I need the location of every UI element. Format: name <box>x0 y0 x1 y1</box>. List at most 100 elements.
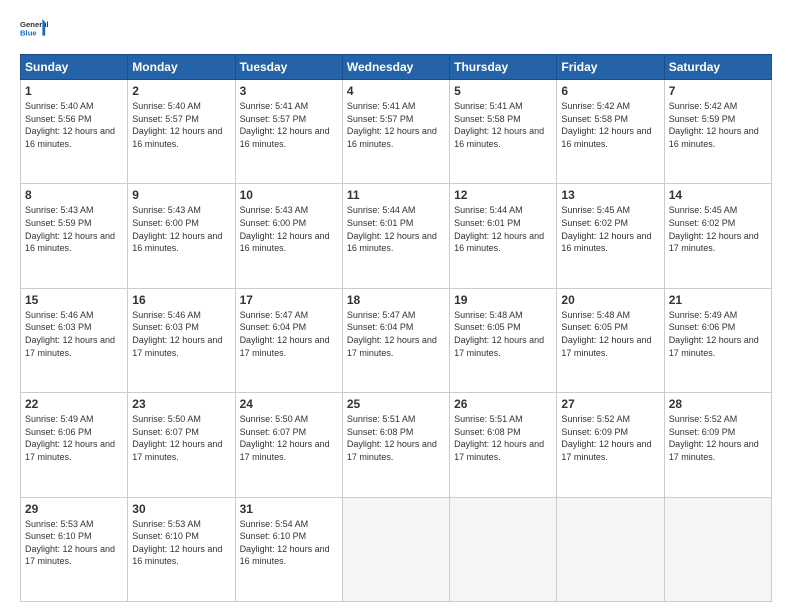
calendar-cell: 23 Sunrise: 5:50 AMSunset: 6:07 PMDayligh… <box>128 393 235 497</box>
day-number: 16 <box>132 293 230 307</box>
day-info: Sunrise: 5:47 AMSunset: 6:04 PMDaylight:… <box>240 309 338 359</box>
day-info: Sunrise: 5:42 AMSunset: 5:59 PMDaylight:… <box>669 100 767 150</box>
day-info: Sunrise: 5:40 AMSunset: 5:56 PMDaylight:… <box>25 100 123 150</box>
day-number: 10 <box>240 188 338 202</box>
day-of-week-header: Friday <box>557 55 664 80</box>
calendar-cell: 30Sunrise: 5:53 AMSunset: 6:10 PMDayligh… <box>128 497 235 601</box>
day-number: 23 <box>132 397 230 411</box>
day-info: Sunrise: 5:46 AMSunset: 6:03 PMDaylight:… <box>132 309 230 359</box>
day-number: 31 <box>240 502 338 516</box>
day-number: 21 <box>669 293 767 307</box>
day-number: 25 <box>347 397 445 411</box>
calendar-cell: 31 Sunrise: 5:54 AMSunset: 6:10 PMDayligh… <box>235 497 342 601</box>
calendar-cell: 19 Sunrise: 5:48 AMSunset: 6:05 PMDayligh… <box>450 288 557 392</box>
calendar-cell: 28 Sunrise: 5:52 AMSunset: 6:09 PMDayligh… <box>664 393 771 497</box>
day-info: Sunrise: 5:43 AMSunset: 6:00 PMDaylight:… <box>240 204 338 254</box>
day-number: 27 <box>561 397 659 411</box>
day-number: 6 <box>561 84 659 98</box>
day-info: Sunrise: 5:46 AMSunset: 6:03 PMDaylight:… <box>25 309 123 359</box>
day-number: 5 <box>454 84 552 98</box>
day-info: Sunrise: 5:45 AMSunset: 6:02 PMDaylight:… <box>669 204 767 254</box>
calendar-cell <box>342 497 449 601</box>
calendar-cell: 29 Sunrise: 5:53 AMSunset: 6:10 PMDayligh… <box>21 497 128 601</box>
calendar-cell: 16 Sunrise: 5:46 AMSunset: 6:03 PMDayligh… <box>128 288 235 392</box>
day-info: Sunrise: 5:49 AMSunset: 6:06 PMDaylight:… <box>669 309 767 359</box>
day-number: 18 <box>347 293 445 307</box>
header: General Blue <box>20 16 772 44</box>
calendar-cell: 2 Sunrise: 5:40 AMSunset: 5:57 PMDaylight… <box>128 80 235 184</box>
calendar-cell: 27 Sunrise: 5:52 AMSunset: 6:09 PMDayligh… <box>557 393 664 497</box>
day-of-week-header: Thursday <box>450 55 557 80</box>
day-info: Sunrise: 5:47 AMSunset: 6:04 PMDaylight:… <box>347 309 445 359</box>
day-info: Sunrise: 5:41 AMSunset: 5:58 PMDaylight:… <box>454 100 552 150</box>
day-number: 20 <box>561 293 659 307</box>
day-info: Sunrise: 5:43 AMSunset: 5:59 PMDaylight:… <box>25 204 123 254</box>
generalblue-logo-icon: General Blue <box>20 16 48 44</box>
calendar-cell: 18 Sunrise: 5:47 AMSunset: 6:04 PMDayligh… <box>342 288 449 392</box>
calendar-cell <box>450 497 557 601</box>
day-number: 12 <box>454 188 552 202</box>
calendar-cell: 20 Sunrise: 5:48 AMSunset: 6:05 PMDayligh… <box>557 288 664 392</box>
svg-text:Blue: Blue <box>20 29 37 38</box>
day-number: 8 <box>25 188 123 202</box>
day-number: 13 <box>561 188 659 202</box>
day-number: 28 <box>669 397 767 411</box>
day-of-week-header: Saturday <box>664 55 771 80</box>
calendar-cell: 3Sunrise: 5:41 AMSunset: 5:57 PMDaylight… <box>235 80 342 184</box>
calendar-cell: 25 Sunrise: 5:51 AMSunset: 6:08 PMDayligh… <box>342 393 449 497</box>
calendar-cell: 17 Sunrise: 5:47 AMSunset: 6:04 PMDayligh… <box>235 288 342 392</box>
calendar-cell: 5 Sunrise: 5:41 AMSunset: 5:58 PMDaylight… <box>450 80 557 184</box>
calendar-cell: 4Sunrise: 5:41 AMSunset: 5:57 PMDaylight… <box>342 80 449 184</box>
day-number: 19 <box>454 293 552 307</box>
day-info: Sunrise: 5:51 AMSunset: 6:08 PMDaylight:… <box>454 413 552 463</box>
page: General Blue SundayMondayTuesdayWednesda… <box>0 0 792 612</box>
day-of-week-header: Wednesday <box>342 55 449 80</box>
day-info: Sunrise: 5:53 AMSunset: 6:10 PMDaylight:… <box>25 518 123 568</box>
day-number: 9 <box>132 188 230 202</box>
calendar-cell: 14Sunrise: 5:45 AMSunset: 6:02 PMDayligh… <box>664 184 771 288</box>
day-of-week-header: Monday <box>128 55 235 80</box>
day-number: 29 <box>25 502 123 516</box>
day-info: Sunrise: 5:48 AMSunset: 6:05 PMDaylight:… <box>454 309 552 359</box>
day-info: Sunrise: 5:51 AMSunset: 6:08 PMDaylight:… <box>347 413 445 463</box>
calendar-cell: 15 Sunrise: 5:46 AMSunset: 6:03 PMDayligh… <box>21 288 128 392</box>
day-number: 7 <box>669 84 767 98</box>
logo: General Blue <box>20 16 48 44</box>
day-number: 2 <box>132 84 230 98</box>
day-info: Sunrise: 5:54 AMSunset: 6:10 PMDaylight:… <box>240 518 338 568</box>
day-info: Sunrise: 5:50 AMSunset: 6:07 PMDaylight:… <box>240 413 338 463</box>
day-info: Sunrise: 5:43 AMSunset: 6:00 PMDaylight:… <box>132 204 230 254</box>
calendar-cell: 13 Sunrise: 5:45 AMSunset: 6:02 PMDayligh… <box>557 184 664 288</box>
calendar-cell: 12 Sunrise: 5:44 AMSunset: 6:01 PMDayligh… <box>450 184 557 288</box>
day-info: Sunrise: 5:45 AMSunset: 6:02 PMDaylight:… <box>561 204 659 254</box>
calendar-cell: 10 Sunrise: 5:43 AMSunset: 6:00 PMDayligh… <box>235 184 342 288</box>
calendar-cell: 9 Sunrise: 5:43 AMSunset: 6:00 PMDaylight… <box>128 184 235 288</box>
day-info: Sunrise: 5:44 AMSunset: 6:01 PMDaylight:… <box>454 204 552 254</box>
day-info: Sunrise: 5:41 AMSunset: 5:57 PMDaylight:… <box>347 100 445 150</box>
day-info: Sunrise: 5:42 AMSunset: 5:58 PMDaylight:… <box>561 100 659 150</box>
day-number: 11 <box>347 188 445 202</box>
day-info: Sunrise: 5:50 AMSunset: 6:07 PMDaylight:… <box>132 413 230 463</box>
day-number: 3 <box>240 84 338 98</box>
day-of-week-header: Sunday <box>21 55 128 80</box>
day-number: 26 <box>454 397 552 411</box>
calendar-cell: 8 Sunrise: 5:43 AMSunset: 5:59 PMDaylight… <box>21 184 128 288</box>
day-number: 15 <box>25 293 123 307</box>
day-info: Sunrise: 5:48 AMSunset: 6:05 PMDaylight:… <box>561 309 659 359</box>
day-info: Sunrise: 5:52 AMSunset: 6:09 PMDaylight:… <box>669 413 767 463</box>
calendar-cell: 7 Sunrise: 5:42 AMSunset: 5:59 PMDaylight… <box>664 80 771 184</box>
calendar-cell: 26 Sunrise: 5:51 AMSunset: 6:08 PMDayligh… <box>450 393 557 497</box>
calendar-cell: 6 Sunrise: 5:42 AMSunset: 5:58 PMDaylight… <box>557 80 664 184</box>
day-number: 1 <box>25 84 123 98</box>
day-info: Sunrise: 5:40 AMSunset: 5:57 PMDaylight:… <box>132 100 230 150</box>
calendar-cell <box>557 497 664 601</box>
day-info: Sunrise: 5:44 AMSunset: 6:01 PMDaylight:… <box>347 204 445 254</box>
day-number: 17 <box>240 293 338 307</box>
calendar-cell: 1 Sunrise: 5:40 AMSunset: 5:56 PMDaylight… <box>21 80 128 184</box>
day-number: 22 <box>25 397 123 411</box>
day-info: Sunrise: 5:52 AMSunset: 6:09 PMDaylight:… <box>561 413 659 463</box>
calendar-cell <box>664 497 771 601</box>
calendar-cell: 24Sunrise: 5:50 AMSunset: 6:07 PMDayligh… <box>235 393 342 497</box>
calendar-table: SundayMondayTuesdayWednesdayThursdayFrid… <box>20 54 772 602</box>
day-info: Sunrise: 5:53 AMSunset: 6:10 PMDaylight:… <box>132 518 230 568</box>
